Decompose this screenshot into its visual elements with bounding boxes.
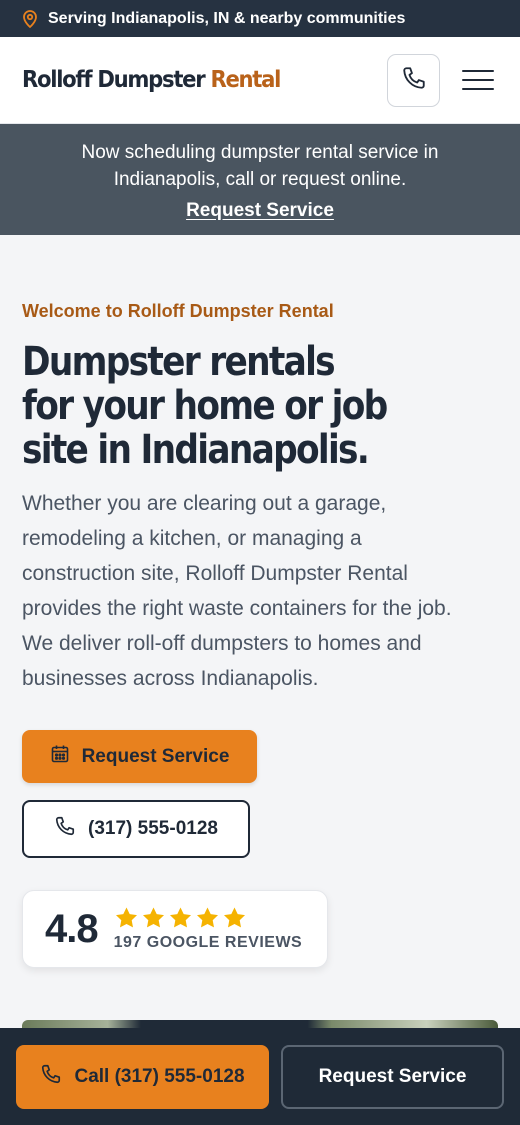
star-icon	[196, 907, 218, 928]
star-icon	[169, 907, 191, 928]
phone-icon	[54, 815, 76, 843]
description-line: remodeling a kitchen, or managing a	[22, 527, 362, 550]
star-icon	[142, 907, 164, 928]
phone-number-label: (317) 555-0128	[88, 818, 218, 839]
sticky-call-button[interactable]: Call (317) 555-0128	[16, 1044, 269, 1109]
rating-details: 197 GOOGLE REVIEWS	[114, 906, 303, 952]
logo-main-text: Rolloff Dumpster	[22, 67, 206, 93]
phone-icon	[401, 65, 427, 96]
request-service-label: Request Service	[81, 745, 230, 767]
description-line: provides the right waste containers for …	[22, 597, 452, 620]
headline-line: site in Indianapolis.	[22, 427, 370, 473]
announcement-banner: Now scheduling dumpster rental service i…	[0, 124, 520, 235]
calendar-icon	[50, 744, 70, 770]
announcement-line-1: Now scheduling dumpster rental service i…	[81, 142, 439, 163]
star-rating	[114, 906, 303, 930]
announcement-request-link[interactable]: Request Service	[186, 197, 334, 224]
rating-score: 4.8	[45, 906, 99, 951]
location-text: Serving Indianapolis, IN & nearby commun…	[48, 9, 406, 27]
site-header: Rolloff Dumpster Rental	[0, 37, 520, 124]
hero-section: Welcome to Rolloff Dumpster Rental Dumps…	[0, 235, 520, 968]
hero-description: Whether you are clearing out a garage, r…	[22, 486, 498, 696]
description-line: construction site, Rolloff Dumpster Rent…	[22, 562, 408, 585]
logo-accent-text: Rental	[210, 67, 281, 93]
hero-eyebrow: Welcome to Rolloff Dumpster Rental	[22, 301, 334, 321]
headline-line: Dumpster rentals	[22, 339, 336, 385]
hamburger-menu-icon[interactable]	[462, 64, 494, 96]
hero-headline: Dumpster rentals for your home or job si…	[22, 340, 392, 472]
description-line: Whether you are clearing out a garage,	[22, 492, 387, 515]
google-rating-card: 4.8 197 GOOGLE REVIEWS	[22, 890, 328, 968]
announcement-line-2: Indianapolis, call or request online.	[113, 169, 407, 190]
call-phone-button[interactable]: (317) 555-0128	[22, 800, 250, 858]
sticky-request-label: Request Service	[318, 1065, 467, 1087]
location-bar: Serving Indianapolis, IN & nearby commun…	[0, 0, 520, 37]
site-logo[interactable]: Rolloff Dumpster Rental	[22, 67, 281, 93]
map-pin-icon	[22, 9, 38, 28]
header-actions	[387, 53, 498, 107]
phone-icon	[40, 1063, 62, 1091]
star-icon	[223, 907, 245, 928]
request-service-button[interactable]: Request Service	[22, 730, 257, 783]
description-line: businesses across Indianapolis.	[22, 667, 319, 690]
header-phone-button[interactable]	[387, 53, 440, 107]
sticky-call-label: Call (317) 555-0128	[74, 1065, 245, 1087]
description-line: We deliver roll-off dumpsters to homes a…	[22, 632, 422, 655]
headline-line: for your home or job	[22, 383, 388, 429]
google-reviews-count: 197 GOOGLE REVIEWS	[113, 934, 303, 951]
star-icon	[115, 907, 137, 928]
sticky-action-bar: Call (317) 555-0128 Request Service	[0, 1028, 520, 1125]
sticky-request-service-button[interactable]: Request Service	[281, 1044, 504, 1109]
